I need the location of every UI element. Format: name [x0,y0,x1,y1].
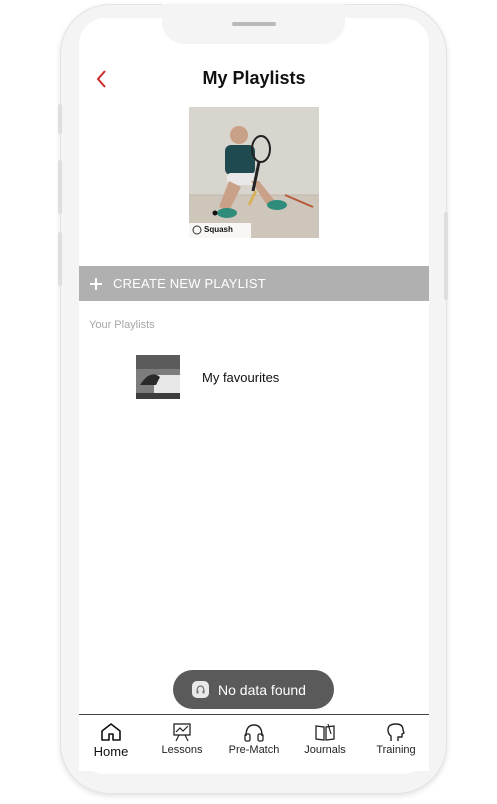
create-playlist-label: CREATE NEW PLAYLIST [113,276,266,291]
plus-icon [90,277,102,290]
app-logo-icon [192,681,209,698]
bottom-tab-bar: Home Lessons Pre-Match Journals Training [79,714,429,771]
tab-label-home: Home [93,744,129,759]
phone-button-power [444,212,448,300]
head-icon [387,723,405,741]
tab-label-training: Training [376,744,416,756]
page-title: My Playlists [202,68,306,88]
section-label-your-playlists: Your Playlists [89,319,155,331]
toast-text: No data found [218,681,306,698]
playlist-name: My favourites [202,369,280,385]
playlist-cover-image: Squash [189,107,319,238]
cover-watermark: Squash [204,225,233,234]
tab-lessons[interactable]: Lessons [153,715,211,771]
tab-pre-match[interactable]: Pre-Match [222,715,286,771]
phone-speaker [232,22,276,26]
tab-label-pre-match: Pre-Match [228,744,280,756]
tab-training[interactable]: Training [369,715,423,771]
book-icon [315,723,335,741]
tab-journals[interactable]: Journals [297,715,353,771]
phone-button-volume-down [58,232,62,286]
phone-button-mute [58,104,62,134]
tab-label-journals: Journals [304,744,346,756]
tab-label-lessons: Lessons [161,744,203,756]
presentation-icon [173,723,191,742]
create-playlist-button[interactable]: CREATE NEW PLAYLIST [79,266,429,301]
tab-home[interactable]: Home [83,715,139,771]
home-icon [101,723,121,741]
playlist-thumbnail [136,355,180,399]
headphones-icon [244,724,264,742]
phone-button-volume-up [58,160,62,214]
playlist-item[interactable]: My favourites [136,355,416,399]
toast-message: No data found [173,670,334,709]
back-arrow-icon[interactable] [95,68,109,90]
